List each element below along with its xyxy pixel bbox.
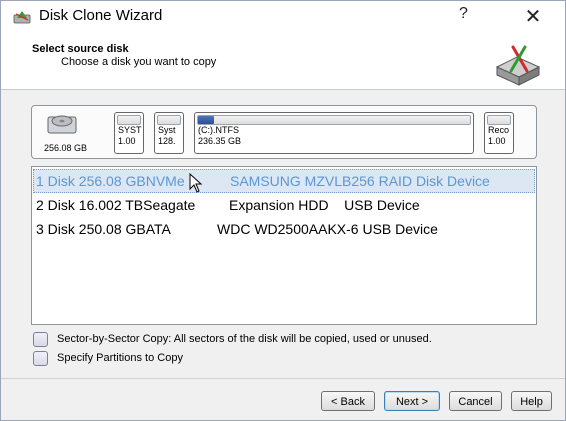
mouse-cursor-icon xyxy=(189,173,203,193)
disk-list-item[interactable]: 2 Disk 16.002 TBSeagate Expansion HDD US… xyxy=(32,193,536,217)
disk-clone-wizard-window: Disk Clone Wizard ? ✕ Select source disk… xyxy=(0,0,566,421)
hard-disk-icon xyxy=(47,115,77,134)
partition-name: (C:).NTFS xyxy=(198,125,239,135)
specify-partitions-checkbox[interactable] xyxy=(33,351,48,366)
partition-name: Syst xyxy=(158,125,176,135)
partition-system-2[interactable]: Syst 128. xyxy=(154,112,184,154)
partition-name: SYST xyxy=(118,125,142,135)
back-button[interactable]: < Back xyxy=(321,391,375,411)
disk-list[interactable]: 1 Disk 256.08 GBNVMe SAMSUNG MZVLB256 RA… xyxy=(31,166,537,325)
close-button[interactable]: ✕ xyxy=(519,3,547,31)
disk-model: WDC WD2500AAKX-6 USB Device xyxy=(217,221,438,237)
footer-separator xyxy=(1,378,565,379)
disk-model: SAMSUNG MZVLB256 RAID Disk Device xyxy=(230,173,490,189)
disk-clone-wizard-icon xyxy=(495,45,541,86)
disk-list-item[interactable]: 3 Disk 250.08 GBATA WDC WD2500AAKX-6 USB… xyxy=(32,217,536,241)
partition-system-1[interactable]: SYST 1.00 xyxy=(114,112,144,154)
window-title: Disk Clone Wizard xyxy=(39,7,163,24)
next-button[interactable]: Next > xyxy=(384,391,440,411)
step-title: Select source disk xyxy=(32,43,129,55)
partition-usage-bar xyxy=(197,115,471,125)
partition-size: 1.00 xyxy=(118,136,136,146)
disk-model: Expansion HDD USB Device xyxy=(229,197,420,213)
specify-partitions-label: Specify Partitions to Copy xyxy=(57,352,183,364)
sector-by-sector-label: Sector-by-Sector Copy: All sectors of th… xyxy=(57,333,432,345)
partition-usage-fill xyxy=(198,116,215,124)
help-button[interactable]: Help xyxy=(511,391,552,411)
disk-id: 2 Disk 16.002 TBSeagate xyxy=(36,197,196,213)
title-bar: Disk Clone Wizard ? ✕ xyxy=(1,1,565,35)
disk-list-item[interactable]: 1 Disk 256.08 GBNVMe SAMSUNG MZVLB256 RA… xyxy=(33,169,535,193)
partition-usage-bar xyxy=(487,115,511,125)
partition-name: Reco xyxy=(488,125,510,135)
disk-map-panel: 256.08 GB SYST 1.00 Syst 128. (C:).NTFS … xyxy=(31,105,537,159)
partition-c-ntfs[interactable]: (C:).NTFS 236.35 GB xyxy=(194,112,474,154)
partition-usage-bar xyxy=(157,115,181,125)
wizard-header: Select source disk Choose a disk you wan… xyxy=(1,35,565,90)
partition-size: 1.00 xyxy=(488,136,506,146)
title-help-button[interactable]: ? xyxy=(459,5,468,23)
disk-size-label: 256.08 GB xyxy=(44,143,88,153)
disk-id: 1 Disk 256.08 GBNVMe xyxy=(36,173,185,189)
step-subtitle: Choose a disk you want to copy xyxy=(61,56,217,68)
cancel-button[interactable]: Cancel xyxy=(449,391,502,411)
partition-size: 128. xyxy=(158,136,176,146)
partition-size: 236.35 GB xyxy=(198,136,242,146)
partition-usage-bar xyxy=(117,115,141,125)
sector-by-sector-checkbox[interactable] xyxy=(33,332,48,347)
disk-clone-app-icon xyxy=(13,11,31,24)
partition-recovery[interactable]: Reco 1.00 xyxy=(484,112,514,154)
disk-id: 3 Disk 250.08 GBATA xyxy=(36,221,171,237)
